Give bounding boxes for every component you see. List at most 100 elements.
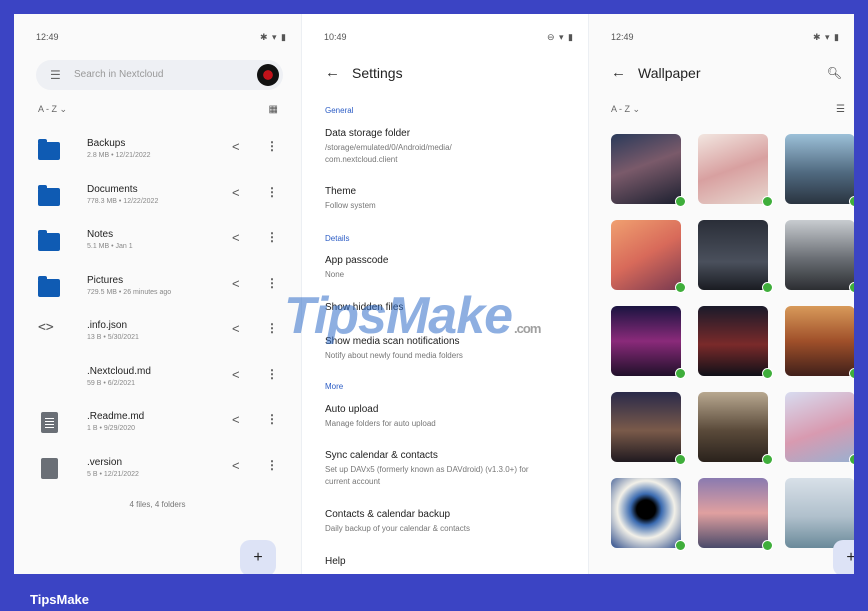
folder-icon <box>38 230 60 251</box>
more-options-icon[interactable]: ⋮ <box>266 139 278 153</box>
status-icons: ⊖ ▾ ▮ <box>546 32 574 42</box>
wallpaper-thumbnail[interactable] <box>698 220 768 290</box>
wallpaper-thumbnail[interactable] <box>785 392 854 462</box>
wallpaper-thumbnail[interactable] <box>611 134 681 204</box>
checkmark-icon <box>675 282 686 293</box>
list-item[interactable]: Notes 5.1 MB • Jan 1 < ⋮ <box>14 225 301 265</box>
file-name: .info.json <box>87 320 128 331</box>
share-icon[interactable]: < <box>232 139 240 154</box>
list-item[interactable]: Documents 778.3 MB • 12/22/2022 < ⋮ <box>14 180 301 220</box>
wallpaper-thumbnail[interactable] <box>785 220 854 290</box>
folder-icon <box>38 184 60 206</box>
more-options-icon[interactable]: ⋮ <box>266 230 278 244</box>
add-button[interactable]: + <box>833 540 854 574</box>
file-meta: 2.8 MB • 12/21/2022 <box>87 152 151 159</box>
share-icon[interactable]: < <box>232 185 240 200</box>
back-arrow-icon[interactable]: ← <box>611 64 626 81</box>
status-icons: ✱ ▾ ▮ <box>812 32 840 42</box>
watermark-logo: TipsMake .com <box>284 286 541 346</box>
wallpaper-thumbnail[interactable] <box>698 478 768 548</box>
setting-app-passcode[interactable]: App passcode None <box>325 255 575 281</box>
sort-label: A - Z <box>38 104 58 114</box>
checkmark-icon <box>675 454 686 465</box>
add-button[interactable]: + <box>240 540 276 574</box>
wallpaper-thumbnail[interactable] <box>785 306 854 376</box>
list-item[interactable]: .version 5 B • 12/21/2022 < ⋮ <box>14 453 301 493</box>
wallpaper-thumbnail[interactable] <box>698 134 768 204</box>
back-arrow-icon[interactable]: ← <box>325 64 340 81</box>
more-options-icon[interactable]: ⋮ <box>266 412 278 426</box>
wallpaper-thumbnail[interactable] <box>785 478 854 548</box>
more-options-icon[interactable]: ⋮ <box>266 367 278 381</box>
share-icon[interactable]: < <box>232 276 240 291</box>
status-time: 12:49 <box>36 32 59 42</box>
setting-sync-calendar-contacts[interactable]: Sync calendar & contacts Set up DAVx5 (f… <box>325 450 575 488</box>
section-header-general: General <box>325 106 354 115</box>
wallpaper-thumbnail[interactable] <box>611 220 681 290</box>
sort-button[interactable]: A - Z ⌄ <box>611 104 640 114</box>
file-icon <box>41 457 58 479</box>
file-meta: 5 B • 12/21/2022 <box>87 470 139 478</box>
checkmark-icon <box>762 196 773 207</box>
share-icon[interactable]: < <box>232 458 240 473</box>
list-item[interactable]: .Nextcloud.md 59 B • 6/2/2021 < ⋮ <box>14 362 301 402</box>
search-icon[interactable]: 🔍︎ <box>827 66 842 80</box>
list-item[interactable]: <> .info.json 13 B • 5/30/2021 < ⋮ <box>14 316 301 356</box>
setting-theme[interactable]: Theme Follow system <box>325 186 575 212</box>
list-view-icon[interactable]: ☰ <box>836 104 845 115</box>
setting-contacts-calendar-backup[interactable]: Contacts & calendar backup Daily backup … <box>325 509 575 535</box>
setting-subtitle: /storage/emulated/0/Android/media/ com.n… <box>325 143 452 164</box>
file-name: Documents <box>87 183 138 195</box>
checkmark-icon <box>675 540 686 551</box>
avatar[interactable] <box>257 64 279 86</box>
sort-row: A - Z ⌄ ▦ <box>38 104 278 115</box>
list-item[interactable]: Backups 2.8 MB • 12/21/2022 < ⋮ <box>14 134 301 174</box>
folder-icon <box>38 275 60 297</box>
checkmark-icon <box>762 282 773 293</box>
files-screen: 12:49 ✱ ▾ ▮ ☰ Search in Nextcloud A - Z … <box>14 14 301 574</box>
grid-view-icon[interactable]: ▦ <box>269 104 278 115</box>
file-name: .Nextcloud.md <box>87 365 151 377</box>
file-name: .Readme.md <box>87 411 145 422</box>
status-icons: ✱ ▾ ▮ <box>259 32 287 42</box>
chevron-down-icon: ⌄ <box>632 104 641 114</box>
search-placeholder[interactable]: Search in Nextcloud <box>74 69 164 80</box>
checkmark-icon <box>849 196 854 207</box>
status-bar: 10:49 ⊖ ▾ ▮ <box>324 32 574 46</box>
setting-subtitle: Follow system <box>325 201 376 210</box>
list-item[interactable]: Pictures 729.5 MB • 26 minutes ago < ⋮ <box>14 271 301 311</box>
file-meta: 13 B • 5/30/2021 <box>87 334 139 341</box>
more-options-icon[interactable]: ⋮ <box>266 276 278 290</box>
sort-button[interactable]: A - Z ⌄ <box>38 104 67 114</box>
checkmark-icon <box>849 454 854 465</box>
menu-icon[interactable]: ☰ <box>50 68 61 82</box>
wallpaper-thumbnail[interactable] <box>698 306 768 376</box>
folder-icon <box>38 139 60 160</box>
wallpaper-thumbnail[interactable] <box>698 392 768 462</box>
setting-help[interactable]: Help <box>325 556 575 567</box>
wallpaper-thumbnail[interactable] <box>611 392 681 462</box>
setting-title: Help <box>325 556 346 567</box>
share-icon[interactable]: < <box>232 367 240 382</box>
status-bar: 12:49 ✱ ▾ ▮ <box>611 32 840 46</box>
wallpaper-thumbnail[interactable] <box>611 478 681 548</box>
share-icon[interactable]: < <box>232 321 240 336</box>
wallpaper-thumbnail[interactable] <box>785 134 854 204</box>
more-options-icon[interactable]: ⋮ <box>266 321 278 335</box>
brand-bar <box>0 586 868 611</box>
more-options-icon[interactable]: ⋮ <box>266 458 278 472</box>
more-options-icon[interactable]: ⋮ <box>266 185 278 199</box>
setting-title: Contacts & calendar backup <box>325 509 451 520</box>
setting-subtitle: Notify about newly found media folders <box>325 351 463 360</box>
search-bar[interactable]: ☰ Search in Nextcloud <box>36 60 283 90</box>
list-item[interactable]: .Readme.md 1 B • 9/29/2020 < ⋮ <box>14 407 301 447</box>
sort-label: A - Z <box>611 104 631 114</box>
setting-data-storage-folder[interactable]: Data storage folder /storage/emulated/0/… <box>325 128 575 166</box>
wallpaper-thumbnail[interactable] <box>611 306 681 376</box>
setting-auto-upload[interactable]: Auto upload Manage folders for auto uplo… <box>325 404 575 430</box>
file-name: .version <box>87 456 123 468</box>
share-icon[interactable]: < <box>232 230 240 245</box>
share-icon[interactable]: < <box>232 412 240 427</box>
setting-subtitle: None <box>325 270 345 279</box>
code-icon: <> <box>38 320 54 335</box>
